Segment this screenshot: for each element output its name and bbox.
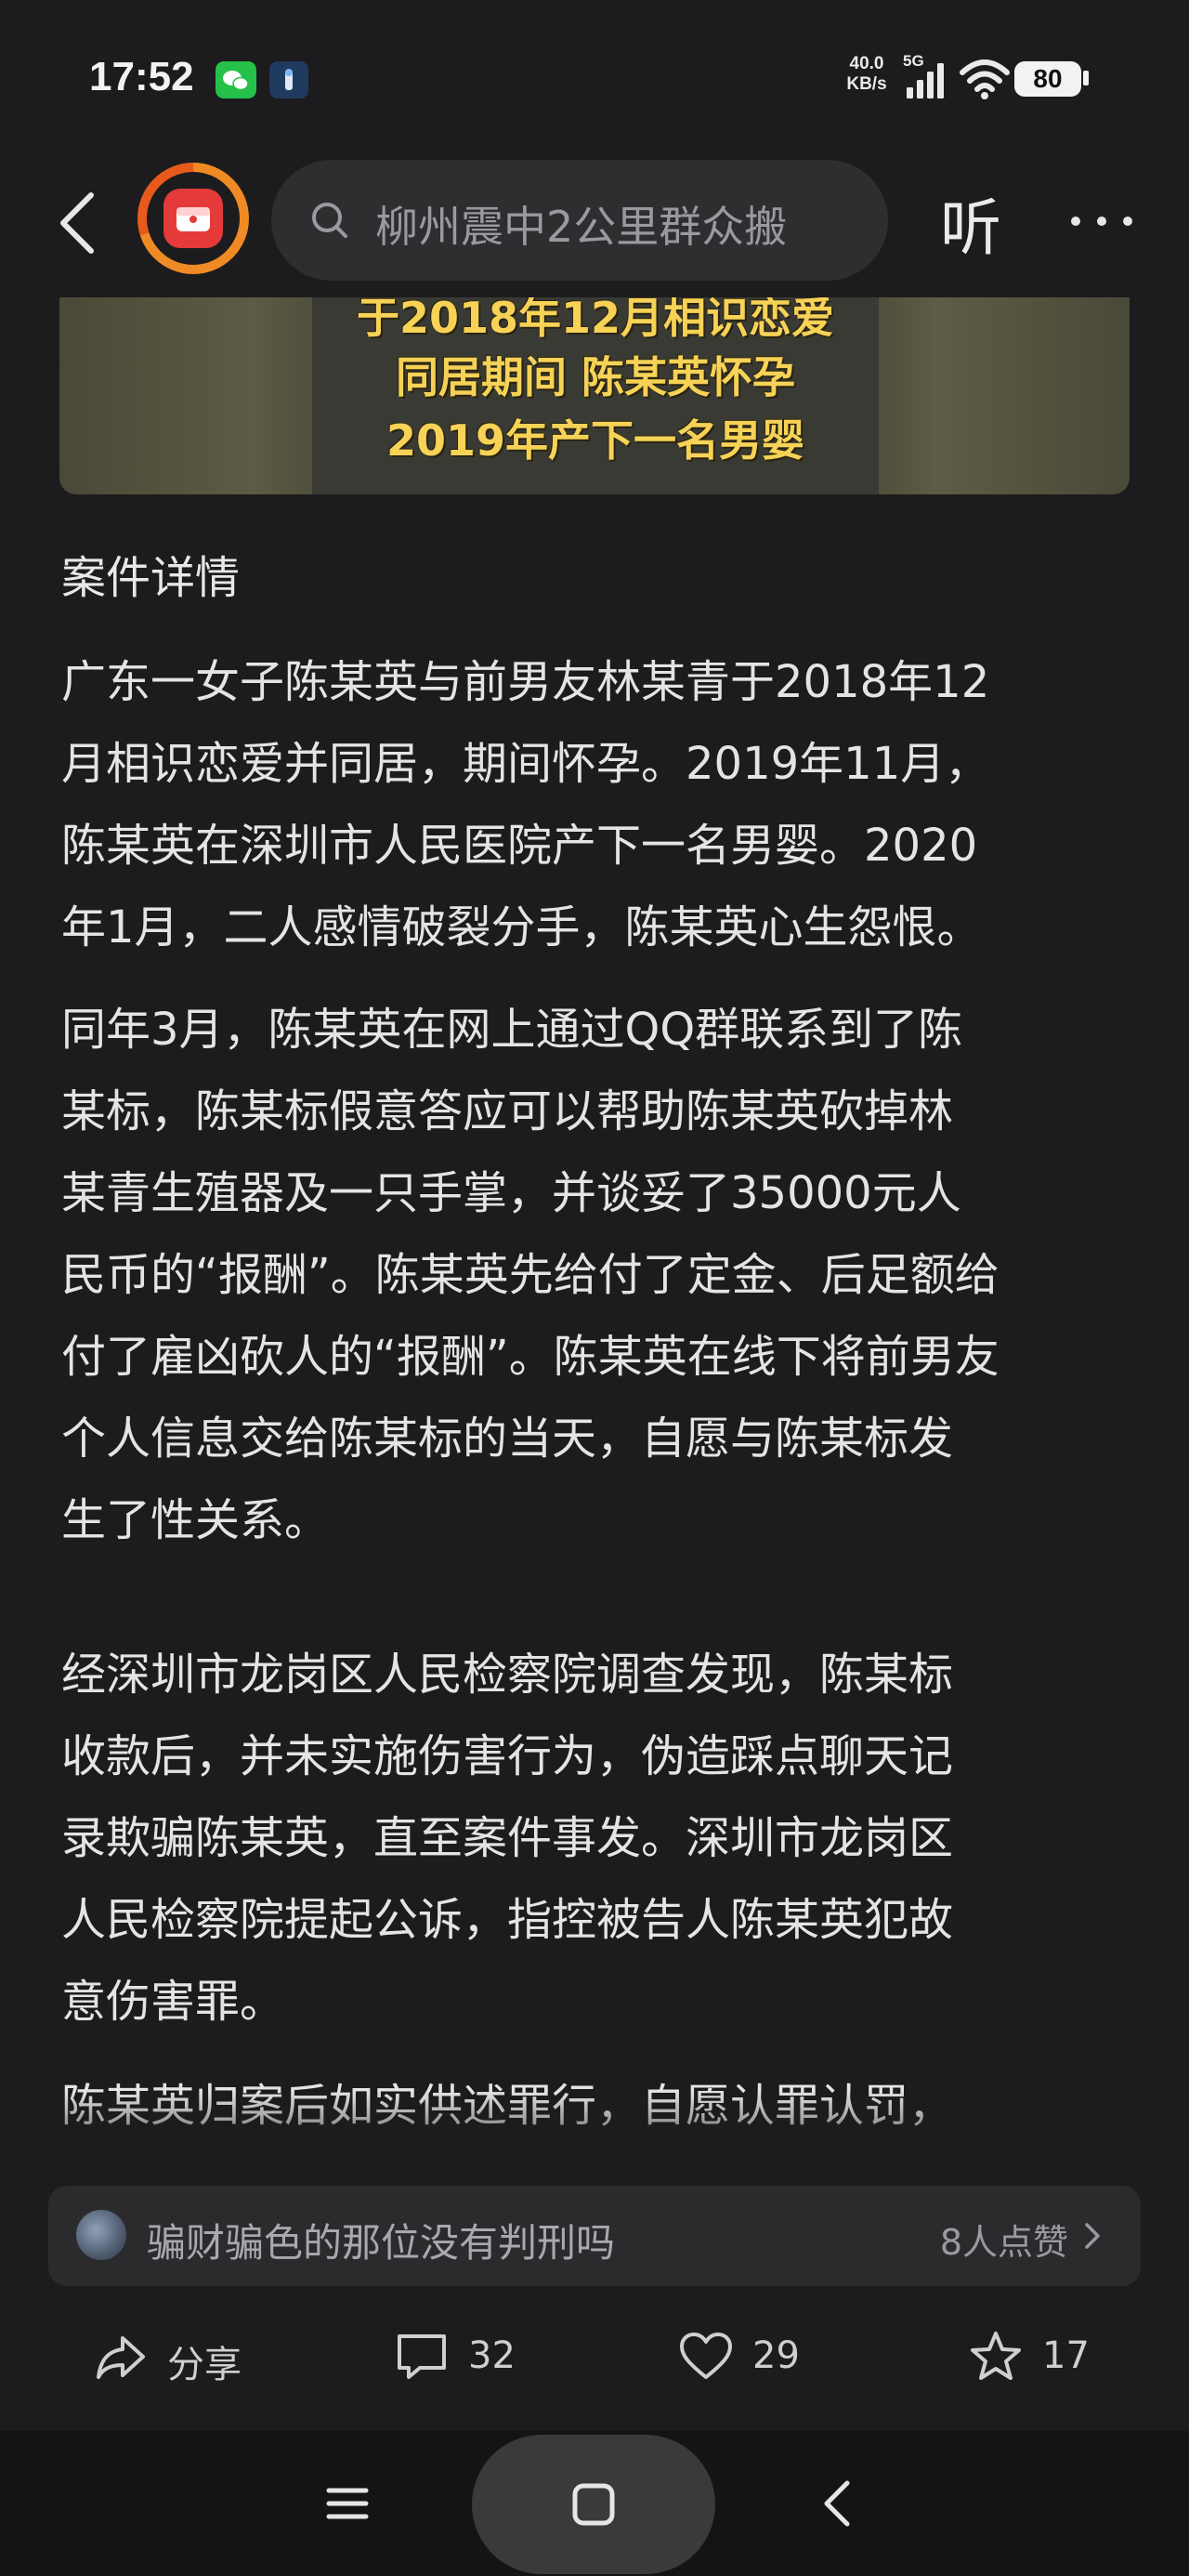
heart-icon — [680, 2333, 732, 2379]
top-comment-text: 骗财骗色的那位没有判刑吗 — [147, 2220, 616, 2266]
app-notification-icon — [269, 61, 308, 99]
top-comment-likes: 8人点赞 — [939, 2222, 1068, 2263]
likes-count: 29 — [752, 2334, 800, 2377]
share-button[interactable]: 分享 — [93, 2329, 269, 2386]
comments-button[interactable]: 32 — [394, 2329, 542, 2385]
status-time: 17:52 — [89, 54, 194, 99]
article-image[interactable]: 于2018年12月相识恋爱 同居期间 陈某英怀孕 2019年产下一名男婴 — [59, 297, 1130, 494]
home-button[interactable] — [472, 2435, 715, 2574]
search-input[interactable]: 柳州震中2公里群众搬 — [375, 193, 858, 255]
signal-icon: 5G — [901, 52, 951, 106]
wechat-notification-icon — [216, 61, 256, 99]
listen-button[interactable]: 听 — [940, 178, 1001, 268]
article-paragraph: 同年3月，陈某英在网上通过QQ群联系到了陈 某标，陈某标假意答应可以帮助陈某英砍… — [61, 1004, 1000, 1546]
status-bar: 17:52 40.0 KB/s 5G 80 — [0, 0, 1189, 158]
back-arrow-icon — [824, 2480, 850, 2527]
favorites-count: 17 — [1042, 2334, 1090, 2377]
favorite-button[interactable]: 17 — [968, 2329, 1117, 2385]
image-caption-line: 同居期间 陈某英怀孕 — [395, 352, 795, 402]
section-title: 案件详情 — [61, 552, 241, 604]
article-paragraph: 经深圳市龙岗区人民检察院调查发现，陈某标 收款后，并未实施伤害行为，伪造踩点聊天… — [61, 1649, 954, 2028]
star-icon — [971, 2332, 1021, 2380]
system-nav-bar — [0, 2431, 1189, 2576]
comment-icon — [398, 2334, 446, 2379]
search-icon — [312, 203, 347, 238]
wifi-icon — [959, 58, 1011, 104]
system-back-button[interactable] — [819, 2477, 856, 2533]
commenter-avatar — [76, 2210, 126, 2260]
recents-button[interactable] — [325, 2481, 370, 2530]
chevron-left-icon — [60, 192, 94, 254]
battery-cap — [1083, 71, 1089, 85]
network-speed: 40.0 KB/s — [846, 54, 887, 94]
home-square-icon — [572, 2483, 615, 2526]
share-icon — [97, 2336, 145, 2379]
image-caption-line: 于2018年12月相识恋爱 — [356, 297, 835, 343]
chevron-right-icon — [1085, 2223, 1100, 2249]
battery-level: 80 — [1014, 61, 1081, 97]
image-caption-panel: 于2018年12月相识恋爱 同居期间 陈某英怀孕 2019年产下一名男婴 — [312, 297, 879, 494]
top-comment-bar[interactable]: 骗财骗色的那位没有判刑吗 8人点赞 — [48, 2186, 1141, 2286]
more-dots-icon — [1071, 217, 1132, 226]
article-paragraph: 广东一女子陈某英与前男友林某青于2018年12 月相识恋爱并同居，期间怀孕。20… — [61, 656, 990, 953]
avatar-logo-icon — [163, 189, 223, 248]
menu-icon — [326, 2488, 369, 2519]
author-avatar[interactable] — [137, 163, 249, 274]
action-bar: 分享 32 29 17 — [0, 2305, 1189, 2407]
back-button[interactable] — [46, 186, 111, 260]
comments-count: 32 — [468, 2334, 516, 2377]
top-nav-bar: 柳州震中2公里群众搬 听 — [0, 158, 1189, 297]
search-bar[interactable]: 柳州震中2公里群众搬 — [271, 160, 888, 281]
more-options-button[interactable] — [1068, 212, 1135, 234]
like-button[interactable]: 29 — [678, 2329, 827, 2385]
content-fade — [0, 2091, 1189, 2175]
image-caption-line: 2019年产下一名男婴 — [385, 415, 805, 466]
